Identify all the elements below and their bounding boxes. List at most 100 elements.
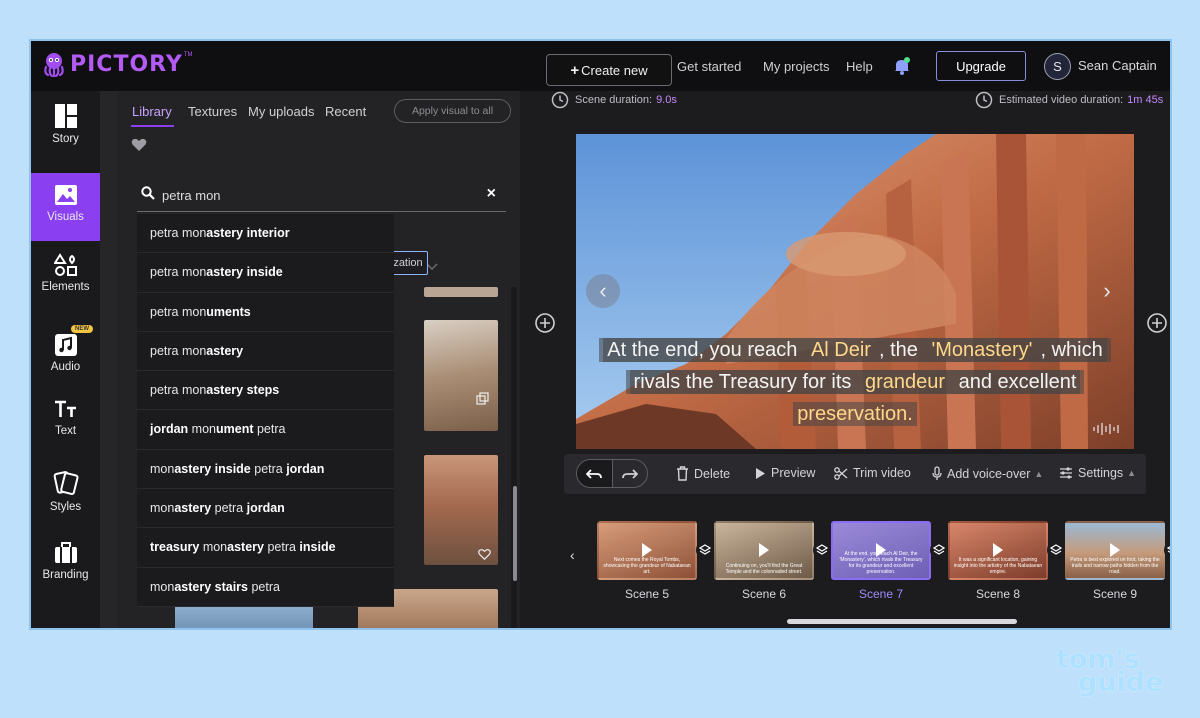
sidebar-divider bbox=[100, 91, 118, 628]
trash-icon bbox=[677, 466, 688, 481]
delete-button[interactable]: Delete bbox=[676, 466, 730, 481]
caption-highlight: preservation. bbox=[793, 402, 917, 426]
sidebar-item-elements[interactable]: Elements bbox=[31, 253, 100, 321]
sidebar-item-label: Story bbox=[52, 133, 79, 145]
add-voice-over-label: Add voice-over bbox=[947, 466, 1031, 481]
suggestion-item[interactable]: monastery petra jordan bbox=[137, 489, 394, 529]
tab-my-uploads[interactable]: My uploads bbox=[248, 104, 314, 119]
tab-library[interactable]: Library bbox=[132, 104, 172, 119]
scene-caption[interactable]: At the end, you reach Al Deir, the 'Mona… bbox=[586, 334, 1124, 430]
add-scene-after-icon[interactable] bbox=[1146, 312, 1168, 334]
timeline-scrollbar[interactable] bbox=[787, 619, 1017, 624]
scene-label: Scene 9 bbox=[1092, 587, 1138, 601]
heart-icon bbox=[478, 549, 491, 560]
tab-recent[interactable]: Recent bbox=[325, 104, 366, 119]
nav-get-started[interactable]: Get started bbox=[677, 59, 741, 74]
video-preview[interactable]: ‹ › At the end, you reach Al Deir, the '… bbox=[576, 134, 1134, 449]
avatar[interactable]: S bbox=[1044, 53, 1071, 80]
suggestion-text: petra bbox=[263, 540, 300, 555]
play-icon bbox=[642, 543, 652, 557]
scene-card-7[interactable]: At the end, you reach Al Deir, the 'Mona… bbox=[831, 521, 948, 601]
library-thumbnail[interactable] bbox=[424, 287, 498, 297]
layers-icon[interactable] bbox=[696, 541, 714, 559]
scene-card-8[interactable]: It was a significant location, gaining i… bbox=[948, 521, 1065, 601]
scene-thumbnail[interactable]: At the end, you reach Al Deir, the 'Mona… bbox=[831, 521, 931, 580]
layers-icon[interactable] bbox=[1164, 541, 1170, 559]
suggestion-item[interactable]: petra monuments bbox=[137, 293, 394, 332]
scene-card-5[interactable]: Next comes the Royal Tombs, showcasing t… bbox=[597, 521, 714, 601]
sidebar-item-styles[interactable]: Styles bbox=[31, 469, 100, 537]
scene-editor: Scene duration: 9.0s Estimated video dur… bbox=[531, 91, 1170, 628]
app-window: PICTORY TM + Create new Get started My p… bbox=[29, 39, 1172, 630]
tab-textures[interactable]: Textures bbox=[188, 104, 237, 119]
caption-highlight: grandeur bbox=[860, 370, 950, 394]
scissors-icon bbox=[834, 466, 848, 480]
create-new-button[interactable]: + Create new bbox=[546, 54, 672, 86]
user-name[interactable]: Sean Captain bbox=[1078, 58, 1157, 73]
suggestion-item[interactable]: petra monastery bbox=[137, 332, 394, 372]
pictory-logo[interactable]: PICTORY TM bbox=[41, 51, 193, 77]
suggestion-match: astery inside bbox=[206, 265, 283, 280]
bell-icon[interactable] bbox=[893, 56, 911, 76]
filter-button[interactable]: zation bbox=[388, 251, 428, 275]
undo-redo-group bbox=[576, 459, 648, 488]
settings-button[interactable]: Settings ▲ bbox=[1059, 466, 1136, 480]
heart-icon[interactable] bbox=[131, 138, 147, 152]
preview-button[interactable]: Preview bbox=[755, 466, 815, 480]
suggestion-item[interactable]: petra monastery inside bbox=[137, 253, 394, 293]
caption-highlight: Al Deir bbox=[806, 338, 875, 362]
layers-icon[interactable] bbox=[813, 541, 831, 559]
sidebar-item-story[interactable]: Story bbox=[31, 103, 100, 171]
scene-card-6[interactable]: Continuing on, you'll find the Great Tem… bbox=[714, 521, 831, 601]
close-icon[interactable]: × bbox=[487, 185, 496, 203]
suggestion-item[interactable]: treasury monastery petra inside bbox=[137, 528, 394, 568]
suggestion-item[interactable]: petra monastery steps bbox=[137, 371, 394, 411]
search-suggestions-dropdown: petra monastery interior petra monastery… bbox=[137, 214, 394, 607]
suggestion-match: ument bbox=[216, 422, 254, 437]
suggestion-item[interactable]: monastery inside petra jordan bbox=[137, 450, 394, 490]
layers-icon[interactable] bbox=[930, 541, 948, 559]
preview-label: Preview bbox=[771, 466, 816, 480]
sidebar-item-visuals[interactable]: Visuals bbox=[31, 173, 100, 241]
suggestion-item[interactable]: jordan monument petra bbox=[137, 410, 394, 450]
nav-help[interactable]: Help bbox=[846, 59, 873, 74]
caret-up-icon: ▲ bbox=[1034, 468, 1044, 479]
nav-my-projects[interactable]: My projects bbox=[763, 59, 829, 74]
library-thumbnail[interactable] bbox=[175, 605, 313, 628]
scene-thumbnail[interactable]: Next comes the Royal Tombs, showcasing t… bbox=[597, 521, 697, 580]
library-scrollbar-thumb[interactable] bbox=[513, 486, 517, 581]
search-input[interactable] bbox=[162, 184, 462, 206]
scene-card-9[interactable]: Petra is best explored on foot, taking t… bbox=[1065, 521, 1170, 601]
suggestion-item[interactable]: monastery stairs petra bbox=[137, 568, 394, 607]
sidebar-item-branding[interactable]: Branding bbox=[31, 541, 100, 609]
play-icon bbox=[1110, 543, 1120, 557]
scene-thumbnail[interactable]: Petra is best explored on foot, taking t… bbox=[1065, 521, 1165, 580]
library-thumbnail[interactable] bbox=[424, 320, 498, 431]
upgrade-button[interactable]: Upgrade bbox=[936, 51, 1026, 81]
chevron-left-icon[interactable]: ‹ bbox=[570, 547, 575, 563]
sidebar-item-text[interactable]: Text bbox=[31, 399, 100, 467]
add-voice-over-button[interactable]: Add voice-over ▲ bbox=[932, 466, 1043, 481]
suggestion-item[interactable]: petra monastery interior bbox=[137, 214, 394, 254]
library-thumbnail[interactable] bbox=[424, 455, 498, 565]
redo-button[interactable] bbox=[613, 460, 648, 487]
suggestion-match: jordan bbox=[286, 461, 325, 476]
new-badge: NEW bbox=[71, 325, 93, 333]
suggestion-match: jordan bbox=[150, 422, 189, 437]
add-scene-before-icon[interactable] bbox=[534, 312, 556, 334]
undo-button[interactable] bbox=[577, 460, 613, 487]
chevron-left-icon[interactable]: ‹ bbox=[586, 274, 620, 308]
logo-text: PICTORY bbox=[70, 51, 183, 77]
chevron-right-icon[interactable]: › bbox=[1090, 274, 1124, 308]
scene-label: Scene 8 bbox=[975, 587, 1021, 601]
scene-thumbnail[interactable]: It was a significant location, gaining i… bbox=[948, 521, 1048, 580]
scene-thumbnail[interactable]: Continuing on, you'll find the Great Tem… bbox=[714, 521, 814, 580]
apply-visual-to-all-button[interactable]: Apply visual to all bbox=[394, 99, 511, 123]
suggestion-match: astery bbox=[227, 540, 264, 555]
trim-video-button[interactable]: Trim video bbox=[834, 466, 911, 480]
layers-icon[interactable] bbox=[1047, 541, 1065, 559]
suggestion-text: mon bbox=[150, 501, 175, 516]
sidebar-item-audio[interactable]: NEW Audio bbox=[31, 323, 100, 391]
scene-duration-value: 9.0s bbox=[656, 94, 677, 106]
play-icon bbox=[756, 467, 765, 479]
